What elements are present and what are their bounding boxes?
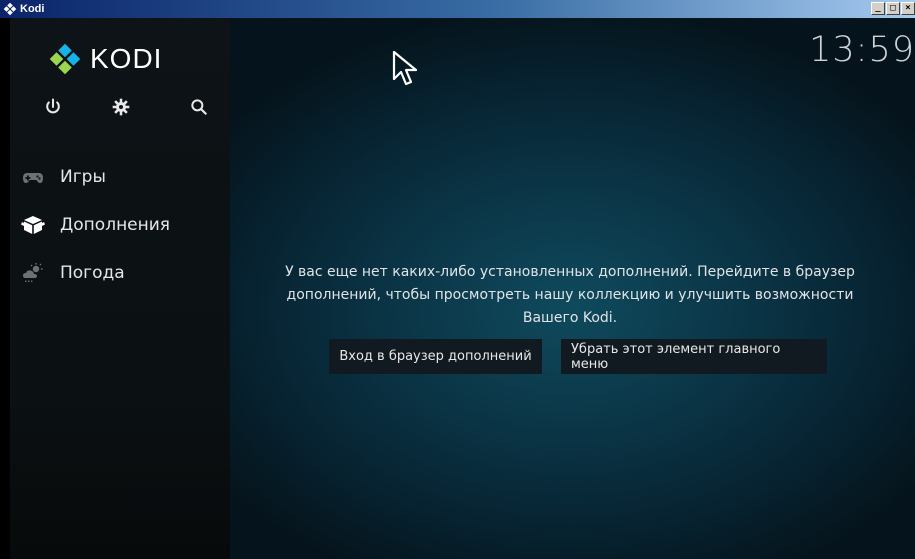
settings-button[interactable]: [106, 92, 136, 122]
window-title: Kodi: [20, 3, 45, 15]
search-button[interactable]: [184, 92, 214, 122]
gamepad-icon: [18, 162, 48, 192]
main-menu: Игры Дополнения Погода: [10, 153, 230, 297]
kodi-logo-icon: [49, 43, 81, 75]
close-button[interactable]: ×: [901, 2, 915, 15]
kodi-brand: KODI: [48, 42, 162, 76]
kodi-logo-icon: [3, 2, 17, 16]
menu-item-weather[interactable]: Погода: [10, 249, 230, 297]
weather-icon: [18, 258, 48, 288]
brand-name: KODI: [90, 43, 163, 74]
menu-item-addons[interactable]: Дополнения: [10, 201, 230, 249]
menu-item-label: Игры: [60, 167, 106, 187]
empty-addons-message: У вас еще нет каких-либо установленных д…: [285, 264, 855, 326]
addons-box-icon: [18, 210, 48, 240]
gear-icon: [112, 98, 130, 116]
clock: 13:59: [809, 30, 915, 70]
search-icon: [191, 99, 207, 115]
maximize-button[interactable]: □: [886, 2, 900, 15]
action-buttons: Вход в браузер дополнений Убрать этот эл…: [329, 339, 827, 374]
menu-item-label: Дополнения: [60, 215, 171, 235]
top-icon-bar: [10, 92, 230, 122]
power-icon: [46, 98, 60, 114]
kodi-app: KODI Игры Дополнения Погода 13:59 У вас …: [10, 18, 915, 559]
menu-item-label: Погода: [60, 263, 125, 283]
power-button[interactable]: [38, 92, 68, 122]
menu-item-games[interactable]: Игры: [10, 153, 230, 201]
addon-browser-button[interactable]: Вход в браузер дополнений: [329, 339, 542, 374]
sidebar: KODI Игры Дополнения Погода: [10, 18, 230, 559]
minimize-button[interactable]: _: [871, 2, 885, 15]
mouse-cursor-icon: [392, 50, 418, 86]
remove-menu-item-button[interactable]: Убрать этот элемент главного меню: [561, 339, 827, 374]
window-controls: _ □ ×: [871, 2, 915, 15]
window-titlebar[interactable]: Kodi _ □ ×: [0, 0, 915, 18]
